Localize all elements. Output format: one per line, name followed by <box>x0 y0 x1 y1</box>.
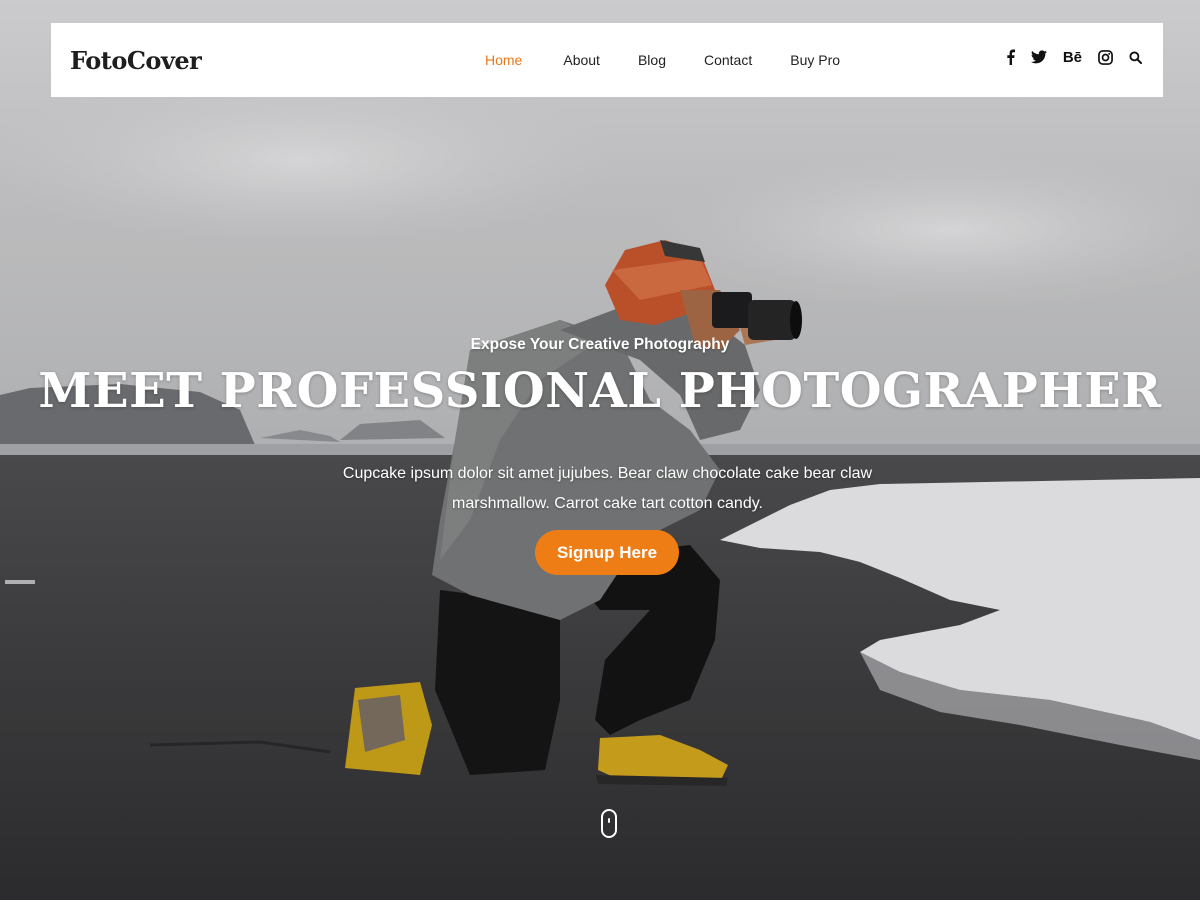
social-links: Bē <box>1006 48 1144 66</box>
signup-button[interactable]: Signup Here <box>535 530 679 575</box>
hero-description: Cupcake ipsum dolor sit amet jujubes. Be… <box>342 465 873 512</box>
nav-item-home[interactable]: Home <box>485 52 522 68</box>
hero-overlay <box>0 0 1200 900</box>
facebook-icon[interactable] <box>1006 48 1015 66</box>
behance-icon[interactable]: Bē <box>1063 48 1082 66</box>
hero-title: MEET PROFESSIONAL PHOTOGRAPHER <box>38 363 1162 419</box>
site-logo[interactable]: FotoCover <box>70 46 470 75</box>
nav-item-about[interactable]: About <box>563 52 600 68</box>
site-header: FotoCover Home About Blog Contact Buy Pr… <box>51 23 1163 97</box>
nav-item-contact[interactable]: Contact <box>704 52 752 68</box>
hero-tagline: Expose Your Creative Photography <box>470 336 730 353</box>
main-navigation: Home About Blog Contact Buy Pro <box>485 52 840 68</box>
nav-item-blog[interactable]: Blog <box>638 52 666 68</box>
page: FotoCover Home About Blog Contact Buy Pr… <box>0 0 1200 900</box>
scroll-down-icon[interactable] <box>601 809 617 838</box>
instagram-icon[interactable] <box>1098 48 1113 66</box>
twitter-icon[interactable] <box>1030 48 1047 66</box>
nav-item-buy-pro[interactable]: Buy Pro <box>790 52 840 68</box>
search-icon[interactable] <box>1129 48 1142 66</box>
scroll-dot <box>608 818 610 823</box>
